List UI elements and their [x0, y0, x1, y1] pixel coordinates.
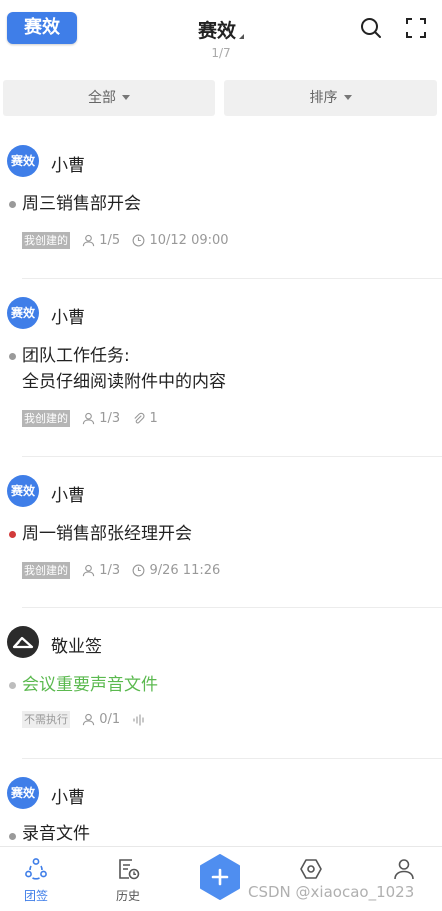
user-icon: [394, 859, 414, 880]
watermark: CSDN @xiaocao_1023: [248, 883, 415, 901]
divider: [22, 278, 442, 279]
username: 小曹: [51, 156, 85, 176]
person-icon: [82, 713, 95, 726]
status-dot: [9, 833, 16, 840]
item-meta: 我创建的 1/3 1: [22, 410, 158, 428]
status-dot: [9, 353, 16, 360]
task-title: 会议重要声音文件: [22, 675, 158, 695]
task-title: 周一销售部张经理开会: [22, 524, 192, 544]
item-meta: 我创建的 1/5 10/12 09:00: [22, 232, 229, 250]
sort-label: 排序: [309, 90, 338, 106]
task-title: 团队工作任务:: [22, 346, 130, 366]
status-badge: 我创建的: [22, 410, 70, 427]
team-icon: [25, 858, 47, 880]
member-count-text: 0/1: [99, 712, 121, 727]
avatar: 赛效: [7, 145, 39, 177]
tab-profile[interactable]: [369, 847, 439, 911]
audio-wave-icon: [133, 713, 144, 726]
filter-bar: 全部 排序: [0, 80, 442, 116]
status-dot: [9, 682, 16, 689]
status-badge: 我创建的: [22, 232, 70, 249]
attachment-count-text: 1: [149, 411, 158, 426]
member-count-text: 1/5: [99, 233, 121, 248]
tab-history[interactable]: 历史: [93, 847, 163, 911]
person-icon: [82, 234, 95, 247]
search-icon[interactable]: [359, 16, 383, 40]
avatar: 赛效: [7, 297, 39, 329]
member-count: 0/1: [82, 712, 120, 727]
person-icon: [82, 412, 95, 425]
clock-icon: [132, 234, 145, 247]
tab-history-label: 历史: [115, 889, 140, 903]
divider: [22, 456, 442, 457]
status-badge: 我创建的: [22, 562, 70, 579]
username: 敬业签: [51, 637, 102, 657]
filter-all-label: 全部: [88, 90, 116, 106]
tab-settings[interactable]: [276, 847, 346, 911]
chevron-down-icon: [343, 95, 352, 100]
history-icon: [119, 859, 140, 880]
chevron-down-icon: [122, 95, 130, 100]
member-count: 1/3: [82, 563, 120, 578]
username: 小曹: [51, 486, 85, 506]
item-meta: 不需执行 0/1: [22, 711, 146, 729]
member-count-text: 1/3: [99, 411, 121, 426]
status-dot: [9, 531, 16, 538]
attachment-count: 1: [132, 411, 158, 426]
tab-team-label: 团签: [23, 889, 48, 903]
task-title: 录音文件: [22, 824, 90, 844]
username: 小曹: [51, 308, 85, 328]
task-title-line2: 全员仔细阅读附件中的内容: [22, 372, 226, 392]
avatar: [7, 626, 39, 658]
fullscreen-icon[interactable]: [404, 16, 428, 40]
due-time-text: 10/12 09:00: [149, 233, 229, 248]
settings-icon: [300, 859, 322, 879]
member-count-text: 1/3: [99, 563, 121, 578]
avatar: 赛效: [7, 777, 39, 809]
sort-dropdown[interactable]: 排序: [224, 80, 437, 116]
due-time-text: 9/26 11:26: [149, 563, 221, 578]
task-title: 周三销售部开会: [22, 194, 141, 214]
tab-team[interactable]: 团签: [1, 847, 71, 911]
pager-indicator: 1/7: [211, 46, 231, 60]
item-meta: 我创建的 1/3 9/26 11:26: [22, 562, 220, 580]
status-dot: [9, 201, 16, 208]
add-button[interactable]: [199, 854, 241, 900]
jingyeqian-logo-icon: [12, 636, 34, 649]
divider: [22, 758, 442, 759]
page-title-text: 赛效: [197, 20, 236, 42]
paperclip-icon: [134, 412, 145, 424]
due-time: 10/12 09:00: [132, 233, 229, 248]
header: 赛效 赛效 1/7: [0, 0, 442, 70]
member-count: 1/5: [82, 233, 120, 248]
member-count: 1/3: [82, 411, 120, 426]
username: 小曹: [51, 788, 85, 808]
clock-icon: [132, 564, 145, 577]
divider: [22, 607, 442, 608]
filter-all-dropdown[interactable]: 全部: [3, 80, 215, 116]
avatar: 赛效: [7, 475, 39, 507]
audio-indicator: [132, 712, 146, 727]
title-caret-icon: [239, 29, 244, 39]
due-time: 9/26 11:26: [132, 563, 220, 578]
status-badge: 不需执行: [22, 711, 70, 728]
person-icon: [82, 564, 95, 577]
